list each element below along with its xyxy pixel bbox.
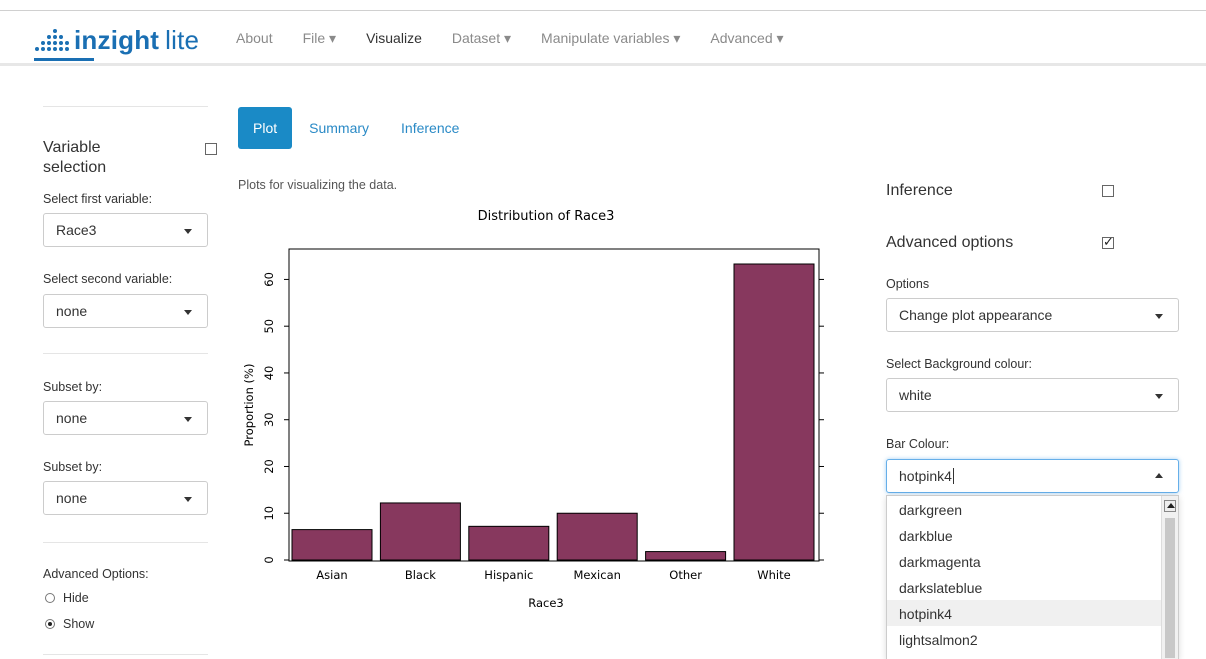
scrollbar-thumb[interactable]	[1165, 518, 1175, 658]
bar-colour-option[interactable]: darkslateblue	[887, 574, 1178, 600]
variable-selection-checkbox[interactable]	[205, 143, 217, 155]
y-tick-label: 0	[262, 556, 276, 563]
background-colour-select[interactable]: white	[886, 378, 1179, 412]
advanced-options-label: Advanced Options:	[43, 567, 149, 581]
logo-text: inzight lite	[74, 24, 200, 55]
sidebar-divider	[43, 654, 208, 655]
nav-about[interactable]: About	[236, 30, 273, 47]
bar-white	[733, 263, 815, 561]
x-tick-label: Black	[405, 568, 436, 582]
inference-checkbox[interactable]	[1102, 185, 1114, 197]
scroll-up-icon[interactable]	[1164, 500, 1176, 512]
bar-other	[645, 551, 727, 561]
tab-plot[interactable]: Plot	[238, 107, 293, 149]
chevron-up-icon	[1155, 473, 1163, 478]
bar-colour-option[interactable]: darkmagenta	[887, 548, 1178, 574]
bar-colour-dropdown[interactable]: darkgreen darkblue darkmagenta darkslate…	[886, 495, 1179, 659]
y-tick-label: 30	[262, 412, 276, 427]
nav-visualize[interactable]: Visualize	[366, 30, 422, 47]
tab-description: Plots for visualizing the data.	[238, 178, 398, 192]
nav-advanced[interactable]: Advanced ▾	[710, 30, 783, 47]
y-tick-label: 60	[262, 272, 276, 287]
main-nav: About File ▾ Visualize Dataset ▾ Manipul…	[236, 30, 814, 47]
options-value: Change plot appearance	[899, 307, 1053, 323]
x-axis-label: Race3	[528, 596, 564, 610]
nav-dataset[interactable]: Dataset ▾	[452, 30, 511, 47]
subset-by-label-2: Subset by:	[43, 460, 103, 474]
chevron-down-icon	[184, 497, 192, 502]
radio-show-dot[interactable]	[45, 619, 55, 629]
top-divider	[0, 10, 1206, 11]
chevron-down-icon	[1155, 314, 1163, 319]
nav-file[interactable]: File ▾	[303, 30, 336, 47]
bar-mexican	[556, 512, 638, 561]
dropdown-scrollbar[interactable]	[1161, 496, 1178, 659]
chevron-down-icon	[1155, 394, 1163, 399]
y-tick-label: 20	[262, 459, 276, 474]
x-tick-label: White	[757, 568, 790, 582]
inference-label: Inference	[886, 182, 953, 199]
variable-selection-title: Variable selection	[43, 139, 107, 176]
logo-dots-icon	[35, 29, 69, 51]
bar-colour-option[interactable]: darkgreen	[887, 496, 1178, 522]
main-tabs: Plot Summary Inference	[238, 107, 476, 149]
x-tick-label: Asian	[316, 568, 347, 582]
subset-by-value-1: none	[56, 410, 88, 426]
bar-colour-select[interactable]: hotpink4	[886, 459, 1179, 493]
bar-colour-label: Bar Colour:	[886, 437, 950, 451]
x-tick-label: Hispanic	[484, 568, 533, 582]
bar-hispanic	[468, 525, 550, 561]
chart-title: Distribution of Race3	[478, 209, 615, 224]
options-select[interactable]: Change plot appearance	[886, 298, 1179, 332]
chevron-down-icon	[184, 310, 192, 315]
x-tick-label: Other	[669, 568, 702, 582]
y-tick-label: 50	[262, 319, 276, 334]
app-logo[interactable]: inzight lite	[34, 22, 200, 61]
subset-by-label-1: Subset by:	[43, 380, 103, 394]
radio-show[interactable]: Show	[45, 617, 94, 631]
sidebar-divider	[43, 106, 208, 107]
sidebar-divider	[43, 353, 208, 354]
advanced-options-checkbox[interactable]	[1102, 234, 1114, 250]
nav-manipulate-variables[interactable]: Manipulate variables ▾	[541, 30, 680, 47]
bar-chart: Distribution of Race3 0 10 20 30 40 50 60 Asia…	[242, 209, 824, 610]
y-tick-label: 40	[262, 366, 276, 381]
chevron-down-icon	[184, 229, 192, 234]
bar-colour-option-selected[interactable]: hotpink4	[887, 600, 1178, 626]
radio-hide[interactable]: Hide	[45, 591, 89, 605]
radio-show-label: Show	[63, 617, 95, 631]
first-variable-select[interactable]: Race3	[43, 213, 208, 247]
bar-colour-value[interactable]: hotpink4	[899, 468, 952, 484]
radio-hide-dot[interactable]	[45, 593, 55, 603]
logo-underline	[34, 58, 94, 61]
options-label: Options	[886, 277, 930, 291]
subset-by-select-2[interactable]: none	[43, 481, 208, 515]
background-colour-label: Select Background colour:	[886, 357, 1032, 371]
second-variable-label: Select second variable:	[43, 272, 173, 286]
first-variable-value: Race3	[56, 222, 97, 238]
tab-inference[interactable]: Inference	[386, 107, 474, 149]
bar-colour-option[interactable]: darkblue	[887, 522, 1178, 548]
subset-by-value-2: none	[56, 490, 88, 506]
y-axis-label: Proportion (%)	[242, 364, 256, 447]
sidebar-divider	[43, 542, 208, 543]
bar-asian	[291, 529, 373, 561]
chevron-down-icon	[184, 417, 192, 422]
x-tick-label: Mexican	[573, 568, 620, 582]
subset-by-select-1[interactable]: none	[43, 401, 208, 435]
radio-hide-label: Hide	[63, 591, 89, 605]
first-variable-label: Select first variable:	[43, 192, 153, 206]
second-variable-value: none	[56, 303, 88, 319]
advanced-options-title: Advanced options	[886, 234, 1014, 251]
bar-black	[379, 502, 461, 561]
tab-summary[interactable]: Summary	[294, 107, 384, 149]
navbar: inzight lite About File ▾ Visualize Datas…	[0, 0, 1206, 66]
background-colour-value: white	[899, 387, 932, 403]
y-tick-label: 10	[262, 506, 276, 521]
bar-colour-option[interactable]: lightsalmon2	[887, 626, 1178, 652]
second-variable-select[interactable]: none	[43, 294, 208, 328]
